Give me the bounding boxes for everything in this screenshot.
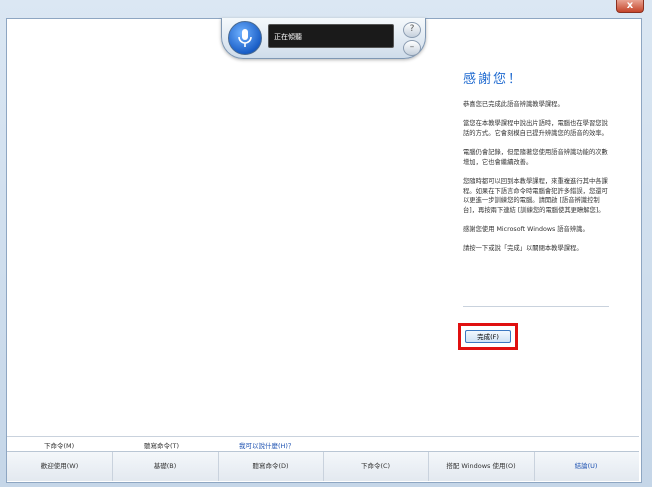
nav-item-basics[interactable]: 基礎(B): [112, 452, 219, 481]
tutorial-navigation: 歡迎使用(W) 基礎(B) 聽寫命令(D) 下命令(C) 搭配 Windows …: [7, 451, 639, 481]
panel-paragraph: 感謝您使用 Microsoft Windows 語音辨識。: [463, 225, 589, 233]
speech-status-display: 正在傾聽: [268, 24, 394, 48]
finish-highlight: 完成(F): [458, 323, 518, 350]
panel-paragraph: 電腦仍會記錄，但是隨著您使用語音辨識功能的次數增加，它也會繼續改善。: [463, 149, 608, 166]
panel-paragraph: 您隨時都可以回到本教學課程，來重複進行其中各課程。如果在下語言命令時電腦會犯許多…: [463, 178, 608, 214]
thank-you-panel: 感謝您！ 恭喜您已完成此語音辨識教學課程。 當您在本教學課程中說出片語時，電腦也…: [463, 68, 611, 264]
speech-side-buttons: ? –: [403, 22, 421, 58]
panel-title: 感謝您！: [463, 72, 524, 87]
nav-item-conclusion[interactable]: 結論(U): [534, 452, 638, 481]
nav-item-commands[interactable]: 下命令(C): [323, 452, 429, 481]
minimize-icon[interactable]: –: [403, 40, 421, 56]
panel-paragraph: 請按一下或說「完成」以關閉本教學課程。: [463, 245, 583, 253]
nav-item-windows[interactable]: 搭配 Windows 使用(O): [428, 452, 535, 481]
what-can-i-say-link[interactable]: 我可以說什麼(H)？: [239, 440, 294, 450]
nav-item-welcome[interactable]: 歡迎使用(W): [7, 452, 113, 481]
microphone-icon[interactable]: [228, 21, 262, 55]
close-button[interactable]: x: [616, 0, 644, 13]
nav-item-dictation[interactable]: 聽寫命令(D): [218, 452, 324, 481]
finish-button[interactable]: 完成(F): [465, 330, 511, 343]
help-icon[interactable]: ?: [403, 22, 421, 38]
panel-divider: [463, 306, 609, 307]
panel-paragraph: 恭喜您已完成此語音辨識教學課程。: [463, 101, 564, 108]
command-row: 下命令(M) 聽寫命令(T) 我可以說什麼(H)？: [7, 436, 639, 451]
panel-paragraph: 當您在本教學課程中說出片語時，電腦也在學習您說話的方式。它會刻模自已提升辨識您的…: [463, 120, 608, 137]
speech-recognition-widget: 正在傾聽 ? –: [221, 18, 426, 59]
next-command-label[interactable]: 下命令(M): [44, 440, 74, 450]
dictation-command-label[interactable]: 聽寫命令(T): [144, 440, 179, 450]
